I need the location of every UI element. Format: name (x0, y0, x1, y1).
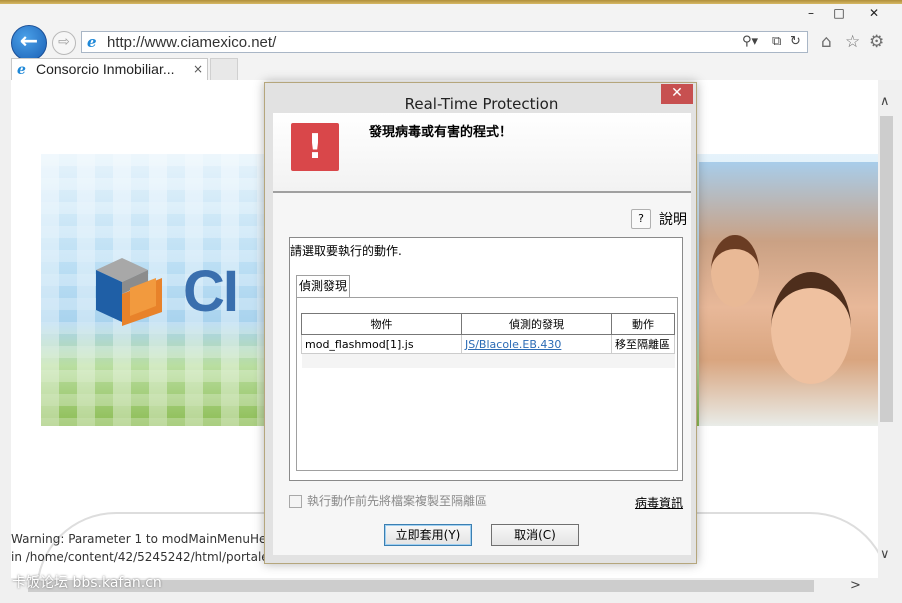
dialog-title: Real-Time Protection (404, 95, 559, 113)
minimize-button[interactable]: – (797, 4, 825, 22)
refresh-icon[interactable]: ↻ (790, 34, 801, 49)
table-empty-row (301, 353, 675, 368)
tab-close-icon[interactable]: × (193, 62, 203, 76)
dialog-close-button[interactable]: ✕ (661, 84, 693, 104)
home-icon[interactable]: ⌂ (821, 32, 832, 52)
logo-cube-icon (96, 258, 162, 326)
url-text[interactable]: http://www.ciamexico.net/ (107, 34, 276, 51)
apply-now-button[interactable]: 立即套用(Y) (384, 524, 472, 546)
forward-arrow-icon[interactable]: ⇨ (52, 31, 76, 55)
alert-exclamation-icon: ! (291, 123, 339, 171)
detections-panel: 物件 偵測的發現 動作 mod_flashmod[1].js JS/Blacol… (296, 297, 678, 471)
table-header-row: 物件 偵測的發現 動作 (301, 313, 675, 335)
site-logo-text: CI (183, 259, 239, 324)
action-panel: 請選取要執行的動作. 偵測發現 物件 偵測的發現 動作 mod_flashmod… (289, 237, 683, 481)
watermark: 卡饭论坛 bbs.kafan.cn (12, 575, 162, 591)
column-header-detection[interactable]: 偵測的發現 (461, 313, 612, 335)
cell-object: mod_flashmod[1].js (301, 334, 462, 354)
ie-logo-icon: e (87, 33, 97, 51)
favorites-star-icon[interactable]: ☆ (845, 32, 860, 52)
new-tab-button[interactable] (210, 58, 238, 80)
ie-tab-icon: e (17, 62, 26, 78)
detection-link[interactable]: JS/Blacole.EB.430 (465, 338, 561, 351)
settings-gear-icon[interactable]: ⚙ (869, 32, 884, 52)
virus-info-link[interactable]: 病毒資訊 (635, 494, 683, 511)
dialog-header: ! 發現病毒或有害的程式！ (273, 113, 691, 193)
detections-table: 物件 偵測的發現 動作 mod_flashmod[1].js JS/Blacol… (301, 313, 675, 368)
column-header-action[interactable]: 動作 (611, 313, 675, 335)
column-header-object[interactable]: 物件 (301, 313, 462, 335)
tab-title: Consorcio Inmobiliar... (36, 61, 175, 77)
realtime-protection-dialog: Real-Time Protection ✕ ! 發現病毒或有害的程式！ ? 說… (264, 82, 697, 564)
address-bar[interactable]: e http://www.ciamexico.net/ ⚲▾ ⧉ ↻ (81, 31, 808, 53)
copy-to-quarantine-checkbox[interactable] (289, 495, 302, 508)
cancel-button[interactable]: 取消(C) (491, 524, 579, 546)
help-link[interactable]: 說明 (659, 209, 687, 229)
maximize-button[interactable]: □ (825, 4, 853, 22)
browser-tab[interactable]: e Consorcio Inmobiliar... × (11, 58, 208, 80)
cell-action[interactable]: 移至隔離區 (611, 334, 675, 354)
back-arrow-icon[interactable]: ← (11, 25, 47, 61)
photo-woman (771, 272, 851, 384)
table-row[interactable]: mod_flashmod[1].js JS/Blacole.EB.430 移至隔… (301, 334, 675, 354)
copy-to-quarantine-label: 執行動作前先將檔案複製至隔離區 (307, 494, 488, 508)
scroll-up-icon[interactable]: ∧ (880, 94, 890, 109)
help-question-icon[interactable]: ? (631, 209, 651, 229)
compatibility-view-icon[interactable]: ⧉ (772, 34, 781, 49)
scroll-right-icon[interactable]: > (850, 578, 861, 593)
vertical-scroll-thumb[interactable] (880, 116, 893, 422)
php-warning-text: Warning: Parameter 1 to modMainMenuHelpe… (11, 530, 281, 566)
photo-child (711, 235, 759, 307)
tab-detections[interactable]: 偵測發現 (296, 275, 350, 297)
alert-title: 發現病毒或有害的程式！ (369, 125, 513, 140)
window-close-button[interactable]: ✕ (860, 4, 888, 22)
action-prompt: 請選取要執行的動作. (290, 244, 402, 258)
search-icon[interactable]: ⚲▾ (742, 34, 758, 49)
cell-detection: JS/Blacole.EB.430 (461, 334, 612, 354)
scroll-down-icon[interactable]: ∨ (880, 547, 890, 562)
dialog-body: ? 說明 請選取要執行的動作. 偵測發現 物件 偵測的發現 動作 mod_fla… (273, 193, 691, 555)
warning-line-2: in /home/content/42/5245242/html/portale… (11, 550, 281, 564)
warning-line-1: Warning: Parameter 1 to modMainMenuHelpe… (11, 532, 281, 546)
